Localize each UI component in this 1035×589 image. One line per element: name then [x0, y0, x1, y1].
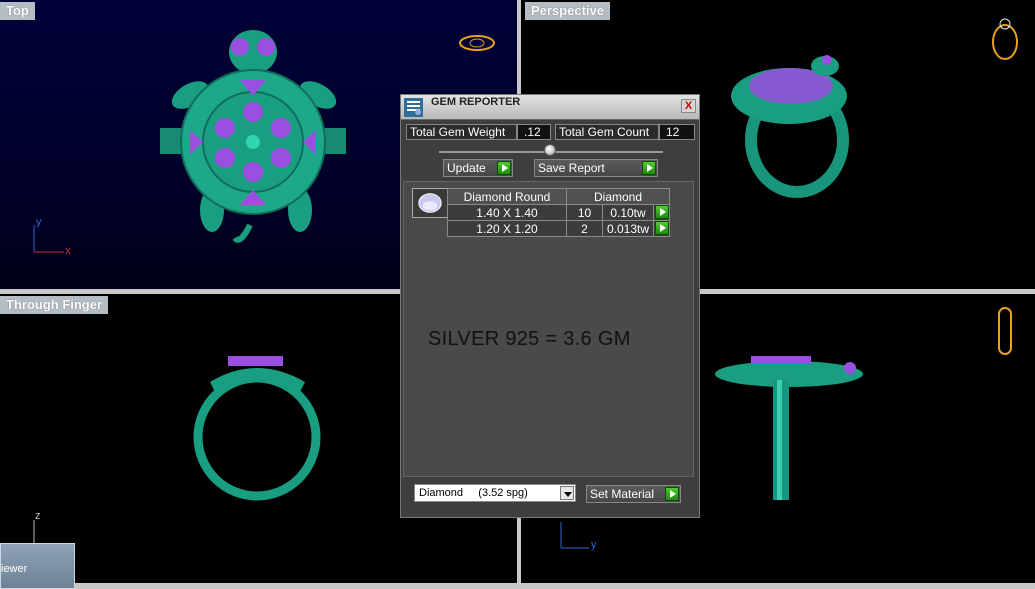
header-shape: Diamond Round [447, 188, 567, 205]
viewport-label-perspective[interactable]: Perspective [525, 2, 610, 20]
cell-count: 2 [566, 220, 603, 237]
save-report-button-label: Save Report [538, 161, 605, 175]
viewer-tab[interactable]: iewer [0, 543, 75, 589]
dialog-titlebar[interactable]: GEM REPORTER X [401, 95, 699, 120]
save-report-button[interactable]: Save Report [534, 159, 658, 177]
update-button[interactable]: Update [443, 159, 513, 177]
update-button-label: Update [447, 161, 486, 175]
silver-weight-note: SILVER 925 = 3.6 GM [428, 328, 631, 350]
viewport-label-top[interactable]: Top [0, 2, 35, 20]
table-row[interactable]: 1.40 X 1.40 10 0.10tw [447, 204, 671, 221]
play-icon [655, 221, 670, 235]
set-material-button-label: Set Material [590, 487, 655, 501]
table-row[interactable]: 1.20 X 1.20 2 0.013tw [447, 220, 671, 237]
close-button[interactable]: X [681, 99, 696, 113]
cell-count: 10 [566, 204, 603, 221]
diamond-round-icon [412, 188, 448, 218]
dialog-title: GEM REPORTER [431, 96, 521, 108]
total-gem-weight-value: .12 [517, 124, 551, 140]
material-select[interactable]: Diamond (3.52 spg) [414, 484, 576, 502]
gem-list-panel[interactable]: Diamond Round Diamond 1.40 X 1.40 10 0.1… [403, 181, 694, 477]
axis-y-label-side: y [591, 539, 597, 551]
axis-y-label: y [36, 216, 42, 228]
play-icon [665, 487, 679, 501]
cell-weight: 0.10tw [601, 204, 655, 221]
play-icon [655, 205, 670, 219]
total-gem-count-value: 12 [659, 124, 695, 140]
cell-weight: 0.013tw [601, 220, 655, 237]
viewport-label-through-finger[interactable]: Through Finger [0, 296, 109, 314]
cell-size: 1.20 X 1.20 [447, 220, 567, 237]
total-gem-weight-label: Total Gem Weight [406, 124, 517, 140]
set-material-button[interactable]: Set Material [586, 485, 681, 503]
material-select-value: Diamond (3.52 spg) [419, 487, 528, 499]
gem-table: Diamond Round Diamond 1.40 X 1.40 10 0.1… [447, 188, 671, 237]
total-gem-count-label: Total Gem Count [555, 124, 659, 140]
chevron-down-icon[interactable] [560, 486, 574, 500]
row-detail-button[interactable] [653, 220, 671, 237]
axis-x-label: x [65, 245, 71, 257]
gem-slider-thumb[interactable] [544, 144, 556, 156]
play-icon [497, 161, 511, 175]
cell-size: 1.40 X 1.40 [447, 204, 567, 221]
row-detail-button[interactable] [653, 204, 671, 221]
gem-reporter-icon [404, 98, 423, 117]
table-header-row: Diamond Round Diamond [447, 188, 671, 205]
gem-reporter-dialog: GEM REPORTER X Total Gem Weight .12 Tota… [400, 94, 700, 518]
play-icon [642, 161, 656, 175]
axis-z-label: z [35, 510, 41, 522]
header-material: Diamond [565, 188, 671, 205]
